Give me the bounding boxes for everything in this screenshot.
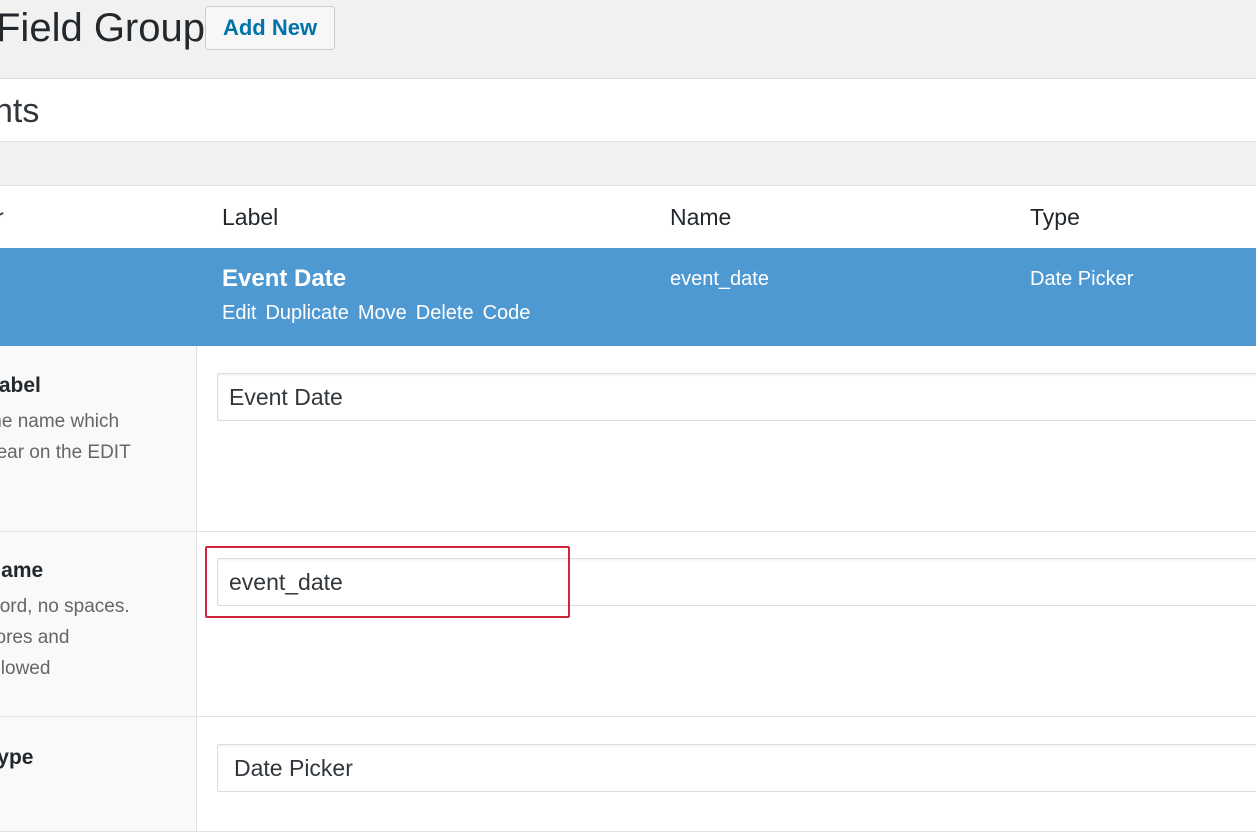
field-action-code[interactable]: Code [483, 302, 531, 324]
column-label-header: Label [222, 204, 279, 230]
field-type-select-value: Date Picker [234, 755, 353, 781]
field-group-title-value: nts [0, 92, 40, 130]
field-row-label[interactable]: Event Date [222, 265, 346, 293]
setting-name-label: Name word, no spaces. cores and allowed [0, 559, 186, 684]
setting-label-label: Label the name which pear on the EDIT [0, 374, 186, 468]
setting-row-type: Type Date Picker [0, 716, 1256, 832]
highlight-box [205, 546, 570, 618]
field-action-move[interactable]: Move [358, 302, 407, 324]
setting-name-description-line: word, no spaces. [0, 596, 130, 617]
field-action-duplicate[interactable]: Duplicate [265, 302, 348, 324]
field-row-type: Date Picker [1030, 268, 1134, 290]
add-new-button[interactable]: Add New [205, 6, 335, 50]
setting-label-description: the name which pear on the EDIT [0, 406, 186, 468]
field-action-delete[interactable]: Delete [416, 302, 474, 324]
column-order-header: r [0, 203, 4, 231]
setting-name-description-line: cores and [0, 627, 70, 648]
page-header: Field Group Add New [0, 0, 1256, 78]
column-type-header: Type [1030, 204, 1080, 230]
setting-name-description-line: allowed [0, 658, 51, 679]
field-group-title-input[interactable]: nts [0, 78, 1256, 142]
fields-table-header: r Label Name Type [0, 186, 1256, 248]
setting-name-title: Name [0, 559, 44, 582]
field-row-actions: Edit Duplicate Move Delete Code [222, 302, 539, 325]
field-type-select[interactable]: Date Picker [217, 744, 1256, 792]
field-row-name: event_date [670, 268, 769, 290]
setting-type-title: Type [0, 746, 34, 769]
field-row-event-date[interactable]: Event Date Edit Duplicate Move Delete Code e… [0, 248, 1256, 346]
setting-label-title: Label [0, 374, 41, 397]
setting-type-label: Type [0, 746, 186, 770]
setting-row-label: Label the name which pear on the EDIT Ev… [0, 346, 1256, 532]
page-title: Field Group [0, 6, 205, 50]
fields-panel: r Label Name Type Event Date Edit Duplica… [0, 185, 1256, 832]
setting-name-description: word, no spaces. cores and allowed [0, 591, 186, 684]
setting-label-description-line: the name which [0, 411, 120, 432]
field-action-edit[interactable]: Edit [222, 302, 256, 324]
field-label-input-value: Event Date [229, 384, 343, 410]
setting-label-description-line: pear on the EDIT [0, 442, 131, 463]
field-label-input[interactable]: Event Date [217, 373, 1256, 421]
column-name-header: Name [670, 204, 732, 230]
setting-row-name: Name word, no spaces. cores and allowed … [0, 531, 1256, 717]
